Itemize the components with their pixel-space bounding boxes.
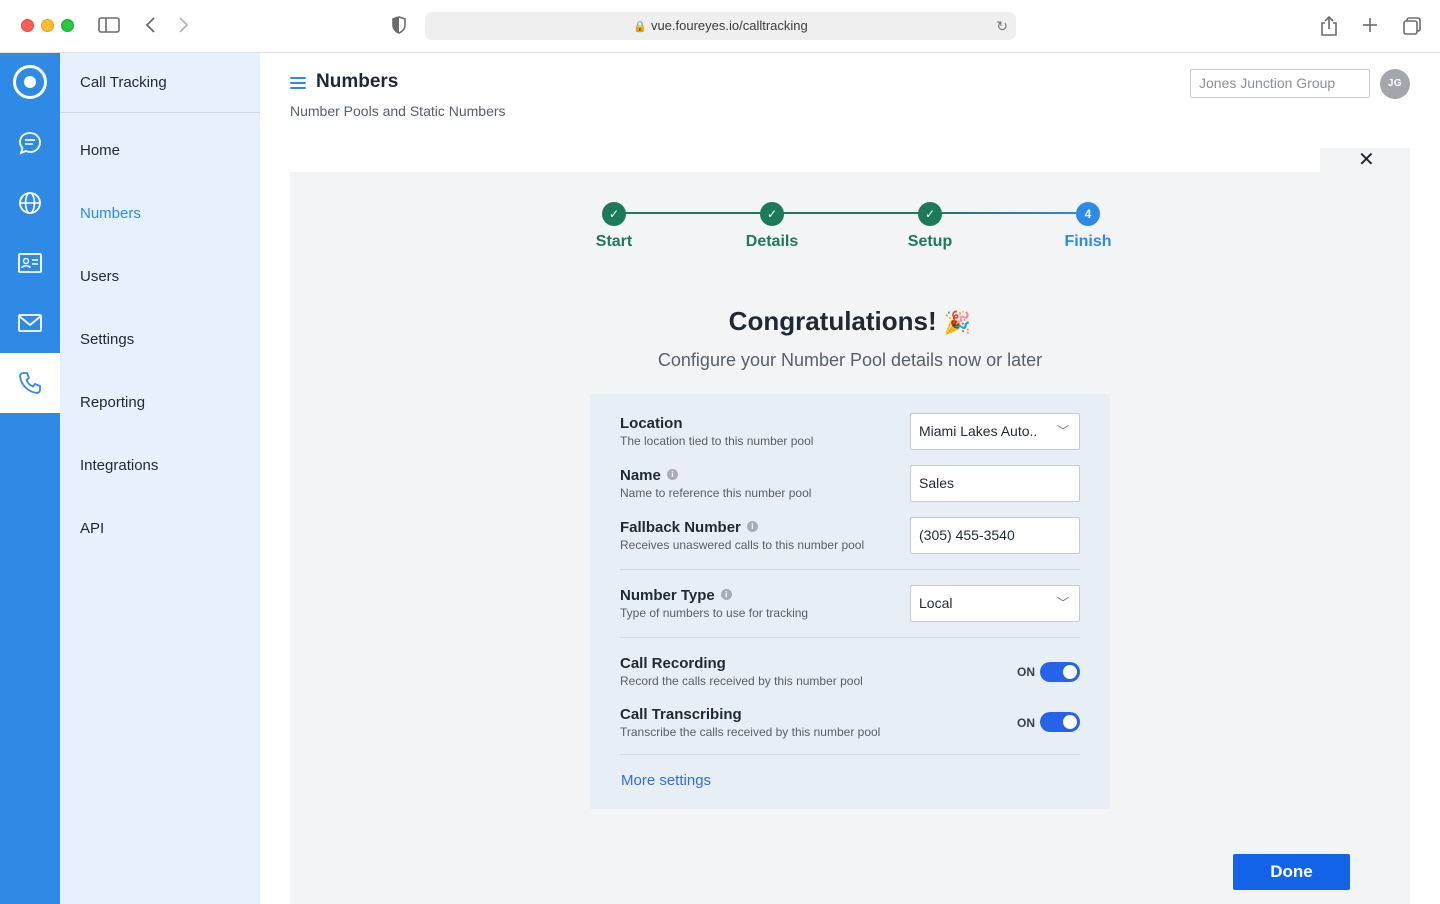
page-title: Numbers <box>316 71 399 92</box>
call-recording-toggle[interactable] <box>1040 662 1080 682</box>
app-icon-rail <box>0 53 60 904</box>
reload-icon[interactable]: ↻ <box>996 12 1008 40</box>
pool-settings-card: Location The location tied to this numbe… <box>590 394 1110 809</box>
chat-icon[interactable] <box>0 113 60 173</box>
chevron-down-icon: ﹀ <box>1056 596 1069 610</box>
sidebar-item-settings[interactable]: Settings <box>80 331 134 348</box>
sidebar-item-reporting[interactable]: Reporting <box>80 394 145 411</box>
step-label-finish: Finish <box>1064 233 1112 250</box>
zoom-window-button[interactable] <box>61 19 74 32</box>
sidebar-item-home[interactable]: Home <box>80 142 120 159</box>
info-icon[interactable]: i <box>720 589 732 600</box>
privacy-shield-icon[interactable] <box>391 16 407 38</box>
stepper-line <box>772 212 930 214</box>
sidebar-title: Call Tracking <box>60 53 260 113</box>
wizard-panel: ✓ ✓ ✓ 4 Start Details Setup Finish Congr… <box>290 172 1410 904</box>
location-label: Location <box>620 415 683 432</box>
congrats-subheading: Configure your Number Pool details now o… <box>657 350 1043 370</box>
browser-toolbar: 🔒 vue.foureyes.io/calltracking ↻ <box>0 0 1440 53</box>
step-label-details: Details <box>745 233 799 250</box>
sidebar-item-numbers[interactable]: Numbers <box>80 205 141 222</box>
page-subtitle: Number Pools and Static Numbers <box>290 103 506 119</box>
call-transcribing-help: Transcribe the calls received by this nu… <box>620 725 881 739</box>
stepper-line <box>930 212 1088 214</box>
step-label-start: Start <box>595 233 633 250</box>
call-recording-help: Record the calls received by this number… <box>620 674 863 688</box>
congrats-heading: Congratulations! 🎉 <box>290 306 1410 337</box>
forward-icon[interactable] <box>176 15 190 39</box>
step-start-check-icon: ✓ <box>602 202 626 226</box>
name-input[interactable]: Sales <box>910 465 1080 502</box>
call-recording-label: Call Recording <box>620 655 726 672</box>
name-label: Name i <box>620 467 678 484</box>
call-transcribing-label: Call Transcribing <box>620 706 742 723</box>
back-icon[interactable] <box>144 15 158 39</box>
sidebar-item-integrations[interactable]: Integrations <box>80 457 158 474</box>
fallback-label: Fallback Number i <box>620 519 758 536</box>
location-help: The location tied to this number pool <box>620 434 814 448</box>
menu-icon[interactable] <box>290 77 306 89</box>
number-type-value: Local <box>919 595 953 611</box>
account-select[interactable]: Jones Junction Group <box>1190 69 1370 98</box>
location-value: Miami Lakes Auto.. <box>919 423 1038 439</box>
step-setup-check-icon: ✓ <box>918 202 942 226</box>
number-type-label-text: Number Type <box>620 587 715 604</box>
call-transcribing-toggle[interactable] <box>1040 712 1080 732</box>
url-text: vue.foureyes.io/calltracking <box>650 18 808 33</box>
fallback-help: Receives unaswered calls to this number … <box>620 538 865 552</box>
fallback-number-input[interactable]: (305) 455-3540 <box>910 517 1080 554</box>
contact-card-icon[interactable] <box>0 233 60 293</box>
location-select[interactable]: Miami Lakes Auto.. ﹀ <box>910 413 1080 450</box>
globe-icon[interactable] <box>0 173 60 233</box>
close-icon[interactable]: ✕ <box>1358 150 1375 170</box>
phone-icon[interactable] <box>0 353 60 413</box>
tab-overview-icon[interactable] <box>1402 16 1422 40</box>
share-icon[interactable] <box>1320 15 1338 41</box>
address-bar[interactable]: 🔒 vue.foureyes.io/calltracking ↻ <box>425 12 1016 40</box>
sidebar-item-api[interactable]: API <box>80 520 104 537</box>
step-finish-number: 4 <box>1076 202 1100 226</box>
divider <box>620 754 1080 755</box>
party-popper-icon: 🎉 <box>943 310 972 335</box>
step-label-setup: Setup <box>907 233 953 250</box>
new-tab-icon[interactable] <box>1361 16 1379 38</box>
sidebar-nav: Call Tracking Home Numbers Users Setting… <box>60 53 260 904</box>
step-details-check-icon: ✓ <box>760 202 784 226</box>
name-label-text: Name <box>620 467 661 484</box>
lock-icon: 🔒 <box>633 21 647 33</box>
fallback-label-text: Fallback Number <box>620 519 741 536</box>
number-type-select[interactable]: Local ﹀ <box>910 585 1080 622</box>
call-recording-state: ON <box>1017 665 1035 679</box>
mail-icon[interactable] <box>0 293 60 353</box>
divider <box>620 637 1080 638</box>
divider <box>620 569 1080 570</box>
avatar[interactable]: JG <box>1380 69 1410 99</box>
main-content: Numbers Number Pools and Static Numbers … <box>260 53 1440 904</box>
done-button[interactable]: Done <box>1233 854 1350 890</box>
minimize-window-button[interactable] <box>41 19 54 32</box>
foureyes-logo-icon[interactable] <box>13 65 47 99</box>
stepper-line <box>614 212 772 214</box>
number-type-help: Type of numbers to use for tracking <box>620 606 809 620</box>
close-window-button[interactable] <box>21 19 34 32</box>
congrats-text: Congratulations! <box>728 306 937 336</box>
sidebar-item-users[interactable]: Users <box>80 268 119 285</box>
number-type-label: Number Type i <box>620 587 732 604</box>
info-icon[interactable]: i <box>746 521 758 532</box>
info-icon[interactable]: i <box>666 469 678 480</box>
more-settings-link[interactable]: More settings <box>621 772 711 789</box>
name-help: Name to reference this number pool <box>620 486 812 500</box>
call-transcribing-state: ON <box>1017 716 1035 730</box>
chevron-down-icon: ﹀ <box>1056 424 1069 438</box>
sidebar-toggle-icon[interactable] <box>98 16 120 38</box>
